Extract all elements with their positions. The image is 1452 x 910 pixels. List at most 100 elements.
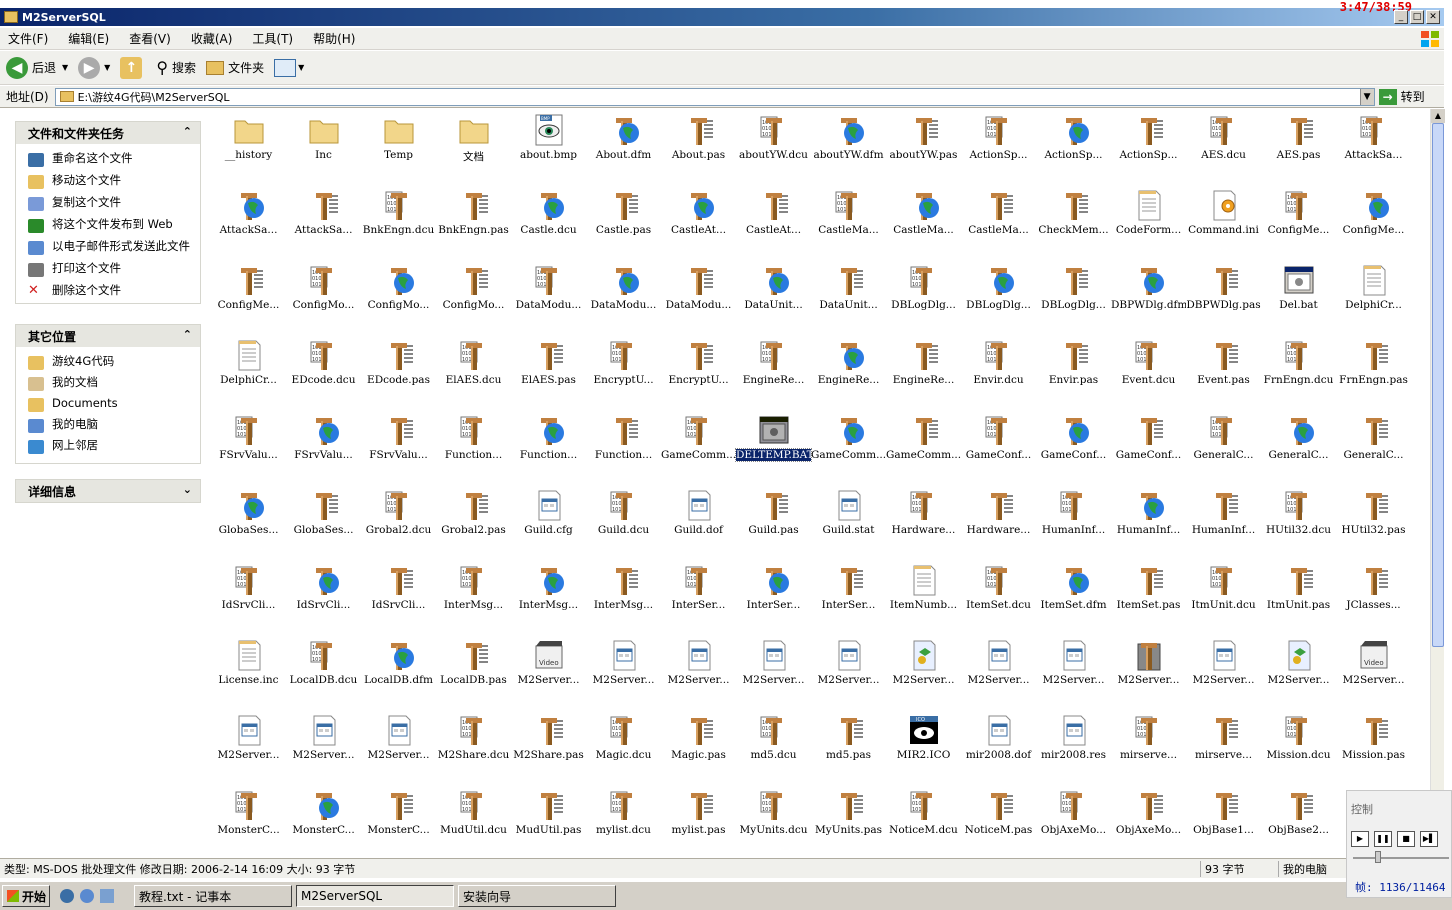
file-item[interactable]: 101001011010 ConfigMe... [1261,184,1336,259]
file-item[interactable]: Video M2Server... [1336,634,1411,709]
file-item[interactable]: Del.bat [1261,259,1336,334]
file-item[interactable]: ActionSp... [1036,109,1111,184]
file-item[interactable]: 101001011010 InterSer... [661,559,736,634]
file-item[interactable]: HUtil32.pas [1336,484,1411,559]
file-item[interactable]: M2Server... [736,634,811,709]
menu-item[interactable]: 查看(V) [129,30,171,47]
menu-item[interactable]: 编辑(E) [68,30,109,47]
file-item[interactable]: M2Server... [211,709,286,784]
file-item[interactable]: ItemNumb... [886,559,961,634]
file-item[interactable]: GameComm... [811,409,886,484]
file-item[interactable]: 101001011010 Magic.dcu [586,709,661,784]
place-link[interactable]: Documents [16,395,200,416]
file-item[interactable]: mir2008.dof [961,709,1036,784]
menu-item[interactable]: 帮助(H) [313,30,355,47]
file-task-link[interactable]: 以电子邮件形式发送此文件 [16,238,200,260]
file-item[interactable]: CastleAt... [736,184,811,259]
file-item[interactable]: 101001011010 md5.dcu [736,709,811,784]
file-item[interactable]: GameConf... [1036,409,1111,484]
file-item[interactable]: ElAES.pas [511,334,586,409]
file-item[interactable]: InterSer... [736,559,811,634]
file-item[interactable]: md5.pas [811,709,886,784]
file-task-link[interactable]: 重命名这个文件 [16,150,200,172]
place-link[interactable]: 我的文档 [16,374,200,395]
file-item[interactable]: ConfigMo... [361,259,436,334]
file-item[interactable]: 101001011010 Guild.dcu [586,484,661,559]
file-item[interactable]: M2Server... [1261,634,1336,709]
file-task-link[interactable]: 打印这个文件 [16,260,200,282]
file-item[interactable]: M2Server... [1186,634,1261,709]
file-item[interactable]: InterMsg... [586,559,661,634]
file-task-link[interactable]: 将这个文件发布到 Web [16,216,200,238]
file-item[interactable]: 101001011010 HUtil32.dcu [1261,484,1336,559]
ie-icon[interactable] [80,889,94,903]
file-item[interactable]: 101001011010 Hardware... [886,484,961,559]
file-item[interactable]: Guild.dof [661,484,736,559]
file-item[interactable]: 101001011010 AttackSa... [1336,109,1411,184]
file-item[interactable]: ItmUnit.pas [1261,559,1336,634]
file-item[interactable]: GlobaSes... [211,484,286,559]
file-item[interactable]: 101001011010 BnkEngn.dcu [361,184,436,259]
file-item[interactable]: 101001011010 LocalDB.dcu [286,634,361,709]
views-button[interactable]: ▼ [274,58,304,77]
file-item[interactable]: 101001011010 Event.dcu [1111,334,1186,409]
file-item[interactable]: ObjAxeMo... [1111,784,1186,857]
file-item[interactable]: EngineRe... [811,334,886,409]
next-icon[interactable]: ▶▌ [1420,831,1438,847]
scroll-thumb[interactable] [1432,123,1444,647]
chevron-down-icon[interactable]: ▼ [1359,88,1374,105]
file-item[interactable]: M2Server... [886,634,961,709]
file-item[interactable]: Guild.stat [811,484,886,559]
file-item[interactable]: __history [211,109,286,184]
go-button[interactable]: → 转到 [1378,88,1425,105]
file-item[interactable]: Castle.dcu [511,184,586,259]
file-item[interactable]: 101001011010 GameConf... [961,409,1036,484]
file-item[interactable]: Envir.pas [1036,334,1111,409]
file-item[interactable]: CastleAt... [661,184,736,259]
file-item[interactable]: 101001011010 MonsterC... [211,784,286,857]
file-item[interactable]: ConfigMe... [1336,184,1411,259]
start-button[interactable]: 开始 [2,885,50,907]
file-item[interactable]: About.pas [661,109,736,184]
file-item[interactable]: MonsterC... [361,784,436,857]
file-item[interactable]: HumanInf... [1111,484,1186,559]
file-item[interactable]: DBPWDlg.dfm [1111,259,1186,334]
file-item[interactable]: 101001011010 ItmUnit.dcu [1186,559,1261,634]
taskbar-item-notepad[interactable]: 教程.txt - 记事本 [134,885,292,907]
file-item[interactable]: 101001011010 ItemSet.dcu [961,559,1036,634]
file-item[interactable]: DataModu... [586,259,661,334]
file-item[interactable]: M2Server... [586,634,661,709]
file-item[interactable]: DBPWDlg.pas [1186,259,1261,334]
file-item[interactable]: DelphiCr... [1336,259,1411,334]
file-item[interactable]: 101001011010 EngineRe... [736,334,811,409]
file-item[interactable]: 101001011010 Grobal2.dcu [361,484,436,559]
file-item[interactable]: CastleMa... [886,184,961,259]
seek-slider[interactable] [1375,851,1381,863]
file-item[interactable]: Guild.pas [736,484,811,559]
file-item[interactable]: 101001011010 M2Share.dcu [436,709,511,784]
file-item[interactable]: 101001011010 Envir.dcu [961,334,1036,409]
file-item[interactable]: 101001011010 GameComm... [661,409,736,484]
file-item[interactable]: 101001011010 Mission.dcu [1261,709,1336,784]
file-item[interactable]: M2Server... [1036,634,1111,709]
expand-icon[interactable]: ⌄ [183,483,192,496]
file-item[interactable]: GeneralC... [1336,409,1411,484]
file-item[interactable]: GlobaSes... [286,484,361,559]
file-item[interactable]: AES.pas [1261,109,1336,184]
file-item[interactable]: 101001011010 NoticeM.dcu [886,784,961,857]
file-item[interactable]: aboutYW.dfm [811,109,886,184]
file-item[interactable]: Event.pas [1186,334,1261,409]
file-item[interactable]: MudUtil.pas [511,784,586,857]
file-item[interactable]: Mission.pas [1336,709,1411,784]
other-places-header[interactable]: 其它位置 ⌃ [16,325,200,347]
file-item[interactable]: NoticeM.pas [961,784,1036,857]
play-icon[interactable]: ▶ [1351,831,1369,847]
place-link[interactable]: 网上邻居 [16,437,200,458]
file-item[interactable]: FSrvValu... [361,409,436,484]
file-item[interactable]: About.dfm [586,109,661,184]
file-item[interactable]: M2Server... [961,634,1036,709]
close-button[interactable]: ✕ [1426,10,1440,24]
file-item[interactable]: Grobal2.pas [436,484,511,559]
file-item[interactable]: ActionSp... [1111,109,1186,184]
file-item[interactable]: ObjBase1... [1186,784,1261,857]
